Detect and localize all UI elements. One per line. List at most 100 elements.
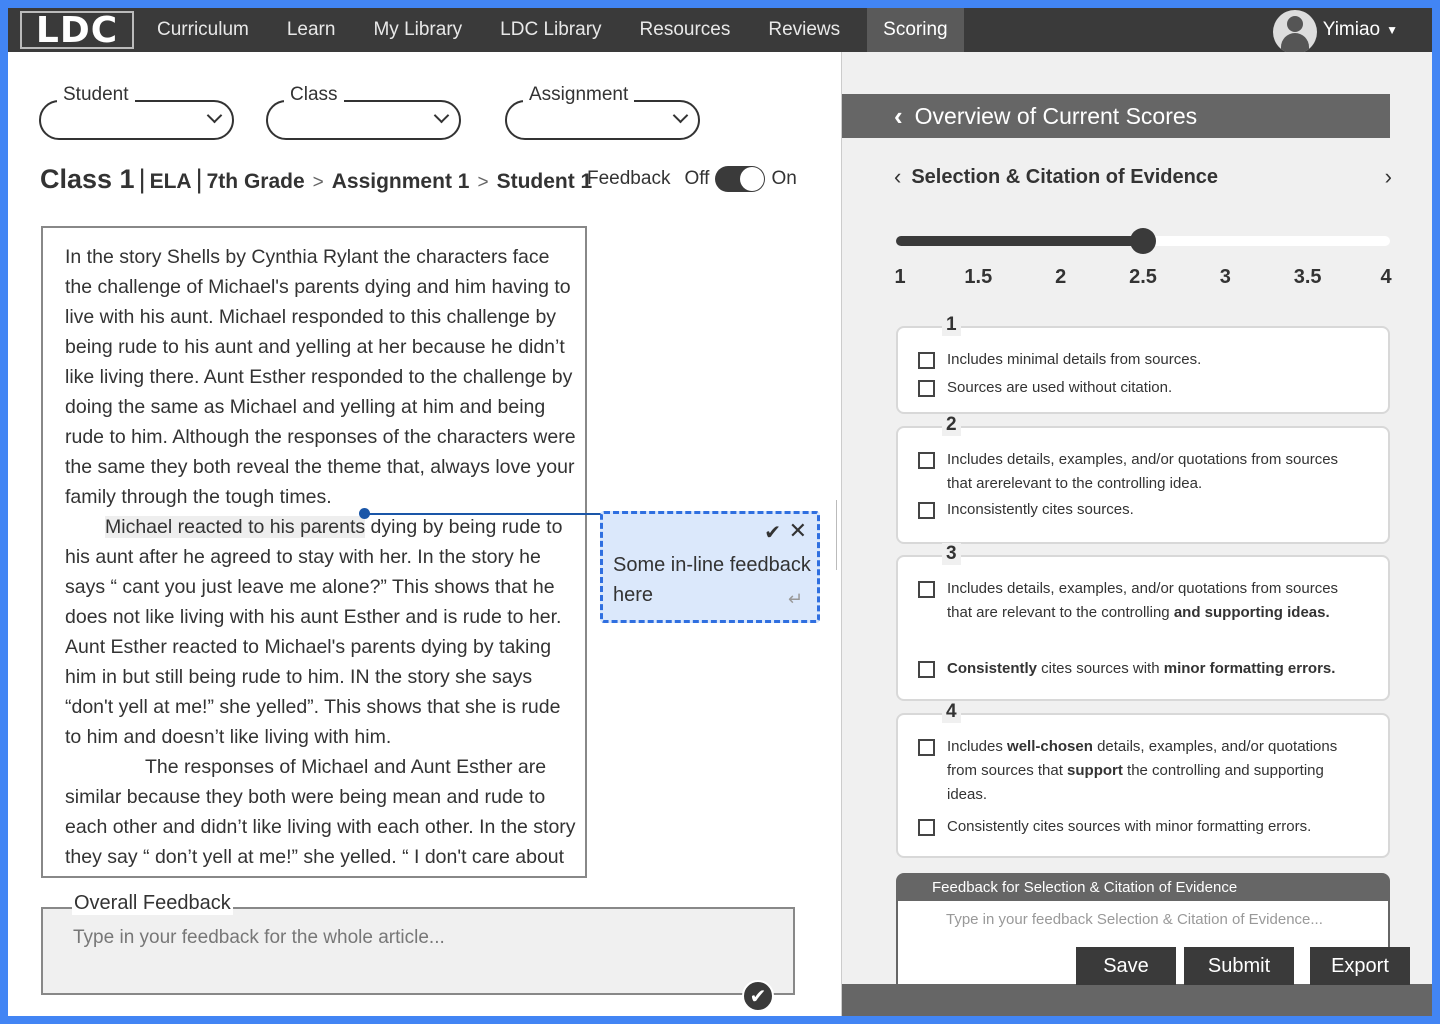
criterion-feedback-title: Feedback for Selection & Citation of Evi… <box>896 873 1390 901</box>
toggle-on-label: On <box>771 168 797 189</box>
rubric-level-3: 3 Includes details, examples, and/or quot… <box>896 543 1390 701</box>
submit-button[interactable]: Submit <box>1184 947 1294 985</box>
breadcrumb-subject: ELA <box>149 170 192 193</box>
top-navigation: LDC Curriculum Learn My Library LDC Libr… <box>8 8 1432 54</box>
nav-item-my-library[interactable]: My Library <box>354 8 481 52</box>
score-ticks: 1 1.5 2 2.5 3 3.5 4 <box>894 266 1391 290</box>
nav-item-curriculum[interactable]: Curriculum <box>138 8 268 52</box>
breadcrumb-student: Student 1 <box>496 170 593 193</box>
score-slider[interactable] <box>896 228 1390 254</box>
score-slider-handle[interactable] <box>1130 228 1156 254</box>
nav-item-resources[interactable]: Resources <box>621 8 750 52</box>
score-tick-label[interactable]: 2 <box>1055 266 1066 289</box>
feedback-toggle-switch[interactable] <box>715 166 766 192</box>
rubric-item-checkbox[interactable] <box>918 661 935 678</box>
chevron-right-icon[interactable]: › <box>1385 164 1392 190</box>
feedback-anchor-dot[interactable] <box>359 508 370 519</box>
criterion-navigator: ‹ Selection & Citation of Evidence › <box>894 164 1392 190</box>
score-tick-label[interactable]: 4 <box>1380 266 1391 289</box>
breadcrumb: Class 1 | ELA | 7th Grade > Assignment 1… <box>40 164 592 195</box>
assignment-select-label: Assignment <box>523 84 635 106</box>
essay-paragraph-3: Aunt Esther reacted to Michael's parents… <box>65 636 561 748</box>
score-tick-label[interactable]: 2.5 <box>1129 266 1157 289</box>
rubric-item-checkbox[interactable] <box>918 739 935 756</box>
student-select-label: Student <box>57 84 135 106</box>
rubric-item[interactable]: Includes details, examples, and/or quota… <box>918 577 1358 625</box>
breadcrumb-grade: 7th Grade <box>206 170 305 193</box>
essay-paragraph-2: Michael reacted to his parents dying by … <box>65 512 577 632</box>
overall-feedback-label: Overall Feedback <box>72 892 233 915</box>
rubric-item[interactable]: Includes well-chosen details, examples, … <box>918 735 1358 807</box>
chevron-left-icon[interactable]: ‹ <box>894 164 901 190</box>
essay-panel: Student Class Assignment Class 1 | ELA |… <box>8 52 849 1016</box>
rubric-item[interactable]: Consistently cites sources with minor fo… <box>918 657 1358 681</box>
breadcrumb-separator: | <box>138 164 146 194</box>
caret-down-icon: ▼ <box>1386 23 1398 37</box>
close-icon[interactable]: ✕ <box>789 518 807 544</box>
chevron-left-icon[interactable]: ‹ <box>894 101 903 132</box>
breadcrumb-assignment[interactable]: Assignment 1 <box>332 170 470 194</box>
user-name: Yimiao <box>1322 19 1381 40</box>
criterion-title: Selection & Citation of Evidence <box>911 165 1219 188</box>
overall-feedback-placeholder: Type in your feedback for the whole arti… <box>73 927 445 948</box>
rubric-item-checkbox[interactable] <box>918 819 935 836</box>
class-select[interactable]: Class <box>266 84 461 140</box>
overall-feedback-input[interactable]: Type in your feedback for the whole arti… <box>41 907 795 995</box>
avatar-icon <box>1272 10 1317 54</box>
user-menu[interactable]: Yimiao ▼ <box>1272 8 1398 54</box>
rubric-level-number: 4 <box>942 701 961 723</box>
assignment-select-box <box>505 100 700 140</box>
nav-item-learn[interactable]: Learn <box>268 8 355 52</box>
rubric-item-label: Includes minimal details from sources. <box>947 351 1202 368</box>
rubric-item-checkbox[interactable] <box>918 581 935 598</box>
rubric-level-4: 4 Includes well-chosen details, examples,… <box>896 701 1390 858</box>
feedback-toggle-label: Feedback <box>587 168 671 189</box>
student-select-box <box>39 100 234 140</box>
feedback-toggle-group: Feedback Off On <box>587 166 797 192</box>
essay-paragraph-4: The responses of Michael and Aunt Esther… <box>65 756 576 868</box>
rubric-item[interactable]: Consistently cites sources with minor fo… <box>918 815 1358 839</box>
export-button[interactable]: Export <box>1310 947 1410 985</box>
score-tick-label[interactable]: 1.5 <box>964 266 992 289</box>
rubric-level-1: 1 Includes minimal details from sources. S… <box>896 314 1390 414</box>
rubric-item-checkbox[interactable] <box>918 452 935 469</box>
scoring-panel: ‹ Overview of Current Scores ‹ Selection… <box>841 52 1432 1016</box>
feedback-connector-line <box>364 513 604 515</box>
toggle-off-label: Off <box>684 168 710 189</box>
rubric-item-label: Includes details, examples, and/or quota… <box>947 451 1339 492</box>
nav-item-reviews[interactable]: Reviews <box>749 8 859 52</box>
score-slider-fill <box>896 236 1143 246</box>
rubric-item[interactable]: Includes minimal details from sources. <box>918 348 1358 372</box>
submit-check-icon[interactable]: ✔ <box>742 980 774 1012</box>
rubric-level-2: 2 Includes details, examples, and/or quot… <box>896 414 1390 544</box>
score-tick-label[interactable]: 1 <box>894 266 905 289</box>
nav-item-ldc-library[interactable]: LDC Library <box>481 8 620 52</box>
rubric-item-label: Includes details, examples, and/or quota… <box>947 580 1339 621</box>
essay-highlight[interactable]: Michael reacted to his parents <box>105 516 366 538</box>
app-frame: LDC Curriculum Learn My Library LDC Libr… <box>8 8 1432 1016</box>
rubric-item[interactable]: Includes details, examples, and/or quota… <box>918 448 1358 496</box>
ldc-logo[interactable]: LDC <box>20 10 134 51</box>
essay-text-box[interactable]: In the story Shells by Cynthia Rylant th… <box>41 226 587 878</box>
rubric-item[interactable]: Inconsistently cites sources. <box>918 498 1358 522</box>
assignment-select[interactable]: Assignment <box>505 84 700 140</box>
inline-feedback-text[interactable]: Some in-line feedback here <box>613 550 813 610</box>
rubric-item-checkbox[interactable] <box>918 502 935 519</box>
score-tick-label[interactable]: 3.5 <box>1294 266 1322 289</box>
nav-item-scoring[interactable]: Scoring <box>867 8 964 52</box>
rubric-item-checkbox[interactable] <box>918 352 935 369</box>
score-tick-label[interactable]: 3 <box>1220 266 1231 289</box>
breadcrumb-class[interactable]: Class 1 <box>40 164 135 195</box>
overview-header[interactable]: ‹ Overview of Current Scores <box>842 94 1390 138</box>
rubric-level-number: 1 <box>942 314 961 336</box>
essay-paragraph-1: In the story Shells by Cynthia Rylant th… <box>65 246 576 508</box>
action-bar <box>842 984 1432 1016</box>
confirm-check-icon[interactable]: ✔ <box>764 520 781 545</box>
rubric-item-label: Inconsistently cites sources. <box>947 501 1134 518</box>
save-button[interactable]: Save <box>1076 947 1176 985</box>
rubric-item-checkbox[interactable] <box>918 380 935 397</box>
inline-feedback-box[interactable]: ✔ ✕ Some in-line feedback here ↵ <box>600 511 820 623</box>
rubric-item[interactable]: Sources are used without citation. <box>918 376 1358 400</box>
student-select[interactable]: Student <box>39 84 234 140</box>
enter-icon: ↵ <box>787 589 803 609</box>
